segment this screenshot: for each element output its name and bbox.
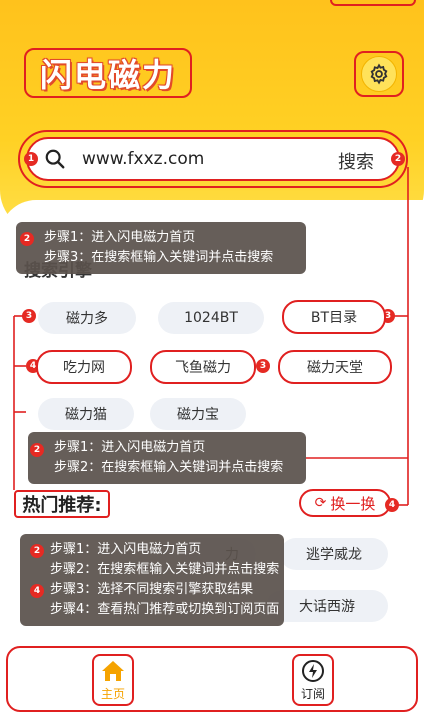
tooltip-step-second: 步骤1：进入闪电磁力首页 步骤2：在搜索框输入关键词并点击搜索	[28, 432, 306, 484]
badge-3-feiyu: 3	[256, 359, 270, 373]
engine-chip-btmulu[interactable]: BT目录	[282, 300, 386, 334]
tooltip-step-first: 步骤1：进入闪电磁力首页 步骤3：在搜索框输入关键词并点击搜索	[16, 222, 306, 274]
tooltip-line: 步骤1：进入闪电磁力首页	[54, 440, 206, 455]
badge-3-engines: 3	[22, 309, 36, 323]
badge-4-full: 4	[30, 584, 44, 598]
app-title-box: 闪电磁力	[24, 48, 192, 98]
tab-subscribe-label: 订阅	[300, 686, 325, 701]
search-input[interactable]: www.fxxz.com	[82, 149, 204, 169]
top-highlight-box	[330, 0, 416, 6]
hot-item-dahua[interactable]: 大话西游	[266, 590, 388, 622]
badge-4-refresh: 4	[385, 498, 399, 512]
gear-icon	[370, 63, 388, 85]
search-icon	[45, 149, 65, 169]
badge-2-full: 2	[30, 544, 44, 558]
settings-button[interactable]	[354, 51, 404, 97]
tooltip-line: 步骤3：在搜索框输入关键词并点击搜索	[44, 250, 274, 265]
search-button[interactable]: 搜索	[338, 148, 374, 174]
engine-chip-chiliwang[interactable]: 吃力网	[36, 350, 132, 384]
tooltip-line: 步骤2：在搜索框输入关键词并点击搜索	[50, 562, 280, 577]
hot-section-title: 热门推荐:	[14, 490, 110, 518]
tab-home-label: 主页	[100, 686, 125, 701]
badge-2-search: 2	[391, 152, 405, 166]
search-bar[interactable]: www.fxxz.com 搜索	[26, 137, 400, 181]
tooltip-line: 步骤3：选择不同搜索引擎获取结果	[50, 582, 254, 597]
engine-chip-cilimao[interactable]: 磁力猫	[38, 398, 134, 430]
tooltip-step-full: 步骤1：进入闪电磁力首页 步骤2：在搜索框输入关键词并点击搜索 步骤3：选择不同…	[20, 534, 284, 626]
settings-circle	[361, 56, 397, 92]
tooltip-line: 步骤4：查看热门推荐或切换到订阅页面	[50, 602, 280, 617]
refresh-button[interactable]: ⟳ 换一换	[299, 489, 391, 517]
refresh-label: 换一换	[330, 494, 376, 513]
refresh-icon: ⟳	[314, 495, 327, 511]
hero-background	[0, 0, 424, 232]
engine-chip-cilibao[interactable]: 磁力宝	[150, 398, 246, 430]
hot-item-taoxue[interactable]: 逃学威龙	[280, 538, 388, 570]
engine-chip-cililduo[interactable]: 磁力多	[38, 302, 136, 334]
bottom-tab-bar: 主页 订阅	[6, 646, 418, 712]
lightning-icon	[302, 659, 324, 682]
engine-chip-1024bt[interactable]: 1024BT	[158, 302, 264, 334]
badge-2-second: 2	[30, 443, 44, 457]
app-title: 闪电磁力	[39, 56, 176, 94]
engine-chip-tiantang[interactable]: 磁力天堂	[278, 350, 392, 384]
tooltip-line: 步骤1：进入闪电磁力首页	[50, 542, 202, 557]
badge-2-tooltip: 2	[20, 232, 34, 246]
tab-subscribe[interactable]: 订阅	[292, 654, 334, 706]
home-icon	[102, 660, 124, 681]
badge-1-search: 1	[24, 152, 38, 166]
tab-home[interactable]: 主页	[92, 654, 134, 706]
engine-chip-feiyu[interactable]: 飞鱼磁力	[150, 350, 256, 384]
tooltip-line: 步骤2：在搜索框输入关键词并点击搜索	[54, 460, 284, 475]
tooltip-line: 步骤1：进入闪电磁力首页	[44, 230, 196, 245]
